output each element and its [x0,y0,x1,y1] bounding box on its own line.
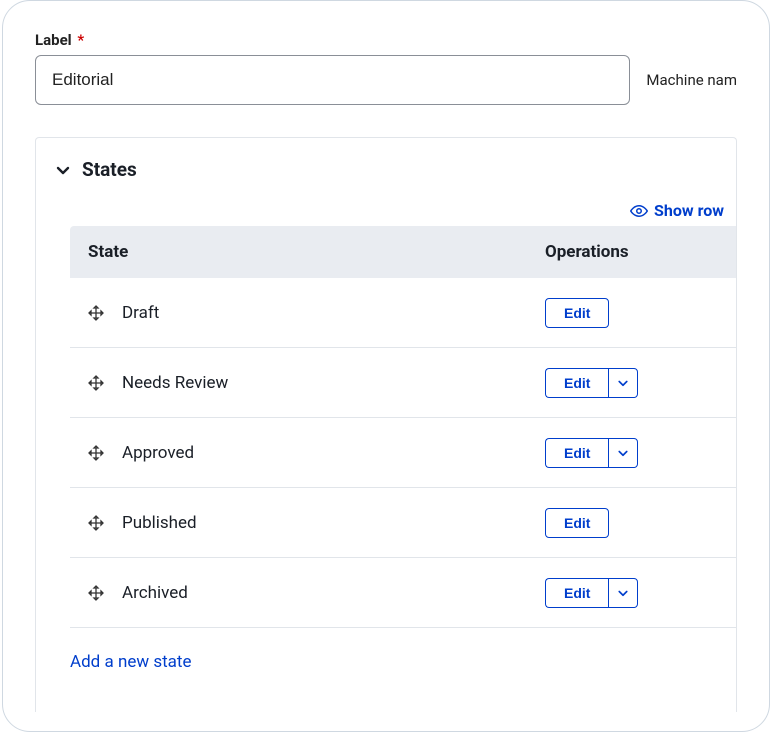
cell-operations: Edit [545,368,736,398]
label-title: Label [35,31,72,49]
drag-handle-icon[interactable] [88,375,104,391]
states-section: States Show row State Operations Draft Ed… [35,137,737,712]
cell-state: Approved [70,443,545,463]
drag-handle-icon[interactable] [88,305,104,321]
edit-button-group: Edit [545,368,638,398]
edit-dropdown-toggle[interactable] [608,578,638,608]
required-marker: * [77,31,84,49]
state-name: Archived [122,583,188,603]
edit-dropdown-toggle[interactable] [608,368,638,398]
edit-button-group: Edit [545,298,609,328]
col-state: State [70,242,545,262]
drag-handle-icon[interactable] [88,445,104,461]
config-panel: Label * Machine nam States Show ro [2,0,770,732]
table-row: Draft Edit [70,278,736,348]
add-state-link[interactable]: Add a new state [70,652,736,672]
label-input[interactable] [35,55,630,105]
cell-operations: Edit [545,298,736,328]
table-body: DraftEdit Needs ReviewEdit ApprovedEdit … [70,278,736,628]
edit-button[interactable]: Edit [545,438,608,468]
states-title: States [82,158,137,181]
eye-icon [630,202,648,220]
table-row: Needs Review Edit [70,348,736,418]
table-header: State Operations [70,226,736,278]
edit-button[interactable]: Edit [545,368,608,398]
edit-button[interactable]: Edit [545,298,609,328]
chevron-down-icon [54,161,72,179]
state-name: Draft [122,303,159,323]
cell-operations: Edit [545,578,736,608]
states-header[interactable]: States [36,158,736,181]
edit-button[interactable]: Edit [545,508,609,538]
cell-state: Archived [70,583,545,603]
cell-operations: Edit [545,438,736,468]
edit-button[interactable]: Edit [545,578,608,608]
col-operations: Operations [545,242,736,262]
table-row: Approved Edit [70,418,736,488]
cell-state: Needs Review [70,373,545,393]
show-row-bar: Show row [36,187,736,226]
edit-dropdown-toggle[interactable] [608,438,638,468]
edit-button-group: Edit [545,578,638,608]
drag-handle-icon[interactable] [88,515,104,531]
cell-state: Draft [70,303,545,323]
state-name: Published [122,513,197,533]
states-table: State Operations Draft Edit Needs Review E… [70,226,736,628]
label-row: Machine nam [35,55,737,105]
machine-name-text: Machine nam [646,71,737,89]
edit-button-group: Edit [545,508,609,538]
cell-operations: Edit [545,508,736,538]
label-field-label: Label * [35,31,737,49]
label-field-block: Label * Machine nam [3,31,769,105]
state-name: Approved [122,443,194,463]
state-name: Needs Review [122,373,228,393]
drag-handle-icon[interactable] [88,585,104,601]
table-row: Published Edit [70,488,736,558]
cell-state: Published [70,513,545,533]
edit-button-group: Edit [545,438,638,468]
table-row: Archived Edit [70,558,736,628]
show-row-link[interactable]: Show row [654,201,724,220]
